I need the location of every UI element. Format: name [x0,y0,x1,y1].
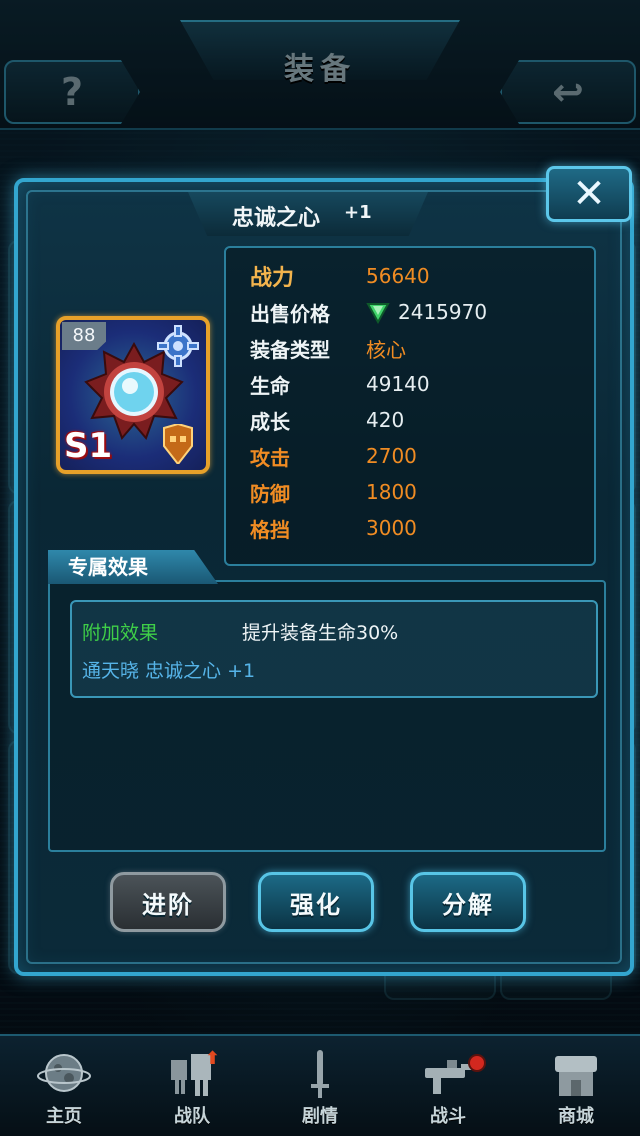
effect-box: 附加效果 提升装备生命30% 通天晓 忠诚之心 +1 [70,600,598,698]
stat-value: 420 [366,408,405,432]
nav-label: 战斗 [430,1106,466,1127]
stat-value: 2700 [366,444,417,468]
stat-label: 防御 [250,481,290,506]
stat-label: 攻击 [250,445,290,470]
gem-currency-icon [366,303,390,324]
gun-icon [425,1060,473,1094]
stat-value: 1800 [366,480,417,504]
effect-label: 附加效果 [82,622,159,644]
planet-icon [37,1054,91,1092]
nav-label: 商城 [558,1106,594,1127]
stat-label: 出售价格 [250,301,330,326]
nav-item-shop[interactable]: 商城 [512,1036,640,1136]
decompose-button[interactable]: 分解 [410,872,526,932]
stat-label: 成长 [250,409,290,434]
stat-row-attack: 攻击 2700 [250,438,417,474]
equipment-detail-dialog: 忠诚之心 +1 ✕ 88 S1 战力 56640 出售价格 2415970 装备… [14,166,634,976]
stat-row-type: 装备类型 核心 [250,330,406,366]
faction-emblem-icon [163,424,193,464]
exclusive-effect-title: 专属效果 [48,550,218,584]
item-level-badge: 88 [62,322,106,350]
strengthen-button[interactable]: 强化 [258,872,374,932]
stat-label: 战力 [250,266,295,291]
upgrade-arrow-icon: ⬆ [204,1048,220,1069]
shop-icon [555,1056,597,1096]
stat-row-hp: 生命 49140 [250,366,430,402]
stat-value: 49140 [366,372,430,396]
effect-source: 通天晓 忠诚之心 +1 [82,660,256,682]
nav-item-battle[interactable]: 战斗 [384,1036,512,1136]
nav-item-team[interactable]: ⬆ 战队 [128,1036,256,1136]
stat-row-defense: 防御 1800 [250,474,417,510]
nav-item-story[interactable]: 剧情 [256,1036,384,1136]
item-name: 忠诚之心 [232,206,321,231]
stat-row-block: 格挡 3000 [250,510,417,546]
close-button[interactable]: ✕ [546,166,632,222]
stat-value: 2415970 [398,300,488,324]
item-grade-label: S1 [64,426,113,466]
effect-description: 提升装备生命30% [242,622,399,644]
bottom-nav: 主页 ⬆ 战队 剧情 战斗 商城 [0,1034,640,1136]
stat-row-price: 出售价格 2415970 [250,294,487,330]
stat-label: 格挡 [250,517,290,542]
sword-icon [311,1050,329,1098]
stat-row-power: 战力 56640 [250,258,430,294]
stat-value: 核心 [366,337,406,362]
nav-label: 剧情 [302,1106,338,1127]
advance-button[interactable]: 进阶 [110,872,226,932]
nav-item-home[interactable]: 主页 [0,1036,128,1136]
notification-dot [468,1054,486,1072]
nav-label: 主页 [46,1106,82,1127]
crosshair-type-icon [157,325,199,367]
stat-label: 生命 [250,373,290,398]
stat-value: 3000 [366,516,417,540]
close-icon: ✕ [572,171,606,217]
item-card: 88 S1 [56,316,210,474]
item-enhance-level: +1 [344,202,372,223]
stats-panel: 战力 56640 出售价格 2415970 装备类型 核心 生命 49140 成… [224,246,596,566]
stat-row-growth: 成长 420 [250,402,404,438]
stat-value: 56640 [366,264,430,288]
nav-label: 战队 [174,1106,210,1127]
stat-label: 装备类型 [250,337,330,362]
